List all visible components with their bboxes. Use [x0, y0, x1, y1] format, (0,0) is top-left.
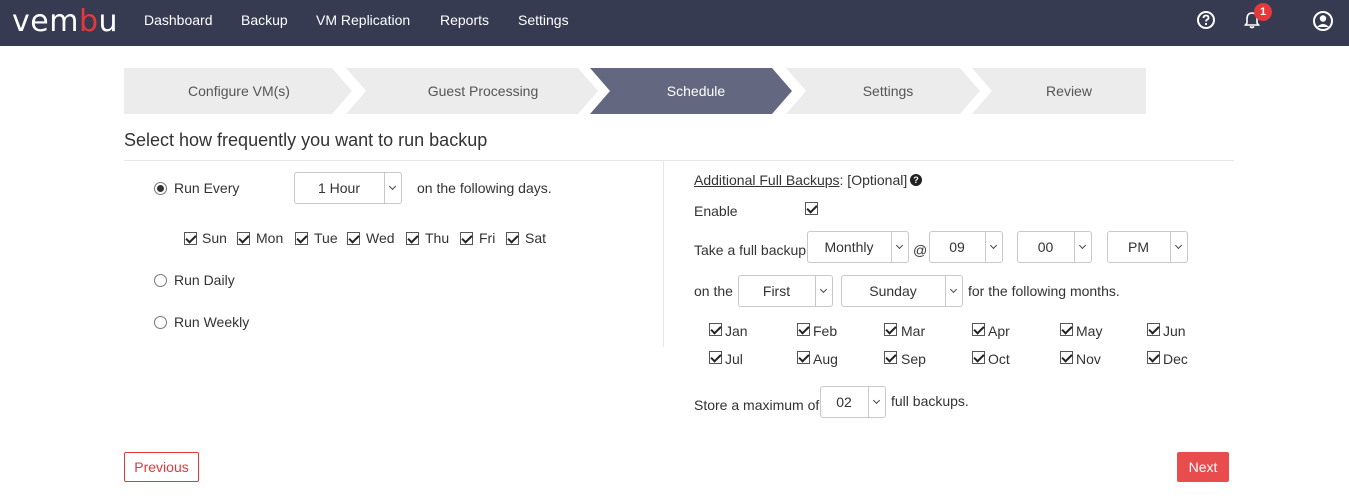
week-select[interactable]: First: [738, 275, 833, 307]
page-heading: Select how frequently you want to run ba…: [124, 130, 488, 150]
enable-checkbox[interactable]: [805, 202, 818, 215]
month-checkbox-jul[interactable]: [709, 351, 722, 364]
previous-button[interactable]: Previous: [124, 452, 199, 482]
run-every-label: Run Every: [174, 180, 240, 196]
nav-reports[interactable]: Reports: [440, 12, 489, 28]
chevron-down-icon: [1074, 232, 1091, 262]
month-label: Dec: [1163, 351, 1188, 367]
run-weekly-label: Run Weekly: [174, 314, 250, 330]
day-checkbox-wed[interactable]: [347, 232, 360, 245]
help-icon[interactable]: [1196, 10, 1218, 32]
weekday-select[interactable]: Sunday: [841, 275, 963, 307]
month-label: Sep: [901, 351, 926, 367]
step-guest-processing[interactable]: Guest Processing: [346, 68, 600, 114]
question-icon[interactable]: ?: [910, 174, 922, 186]
step-schedule[interactable]: Schedule: [590, 68, 794, 114]
full-backups-label: full backups.: [891, 393, 969, 409]
full-backup-title: Additional Full Backups: [Optional]: [694, 172, 908, 188]
hour-select[interactable]: 09: [929, 231, 1003, 263]
month-checkbox-mar[interactable]: [884, 323, 897, 336]
user-avatar-icon[interactable]: [1312, 10, 1334, 32]
month-checkbox-nov[interactable]: [1060, 351, 1073, 364]
chevron-down-icon: [384, 173, 401, 203]
max-backups-select[interactable]: 02: [820, 386, 886, 418]
day-label: Sun: [202, 230, 227, 246]
chevron-down-icon: [891, 232, 908, 262]
month-label: Mar: [901, 323, 926, 339]
month-checkbox-dec[interactable]: [1147, 351, 1160, 364]
month-checkbox-oct[interactable]: [972, 351, 985, 364]
chevron-down-icon: [985, 232, 1002, 262]
at-label: @: [913, 242, 928, 258]
ampm-select[interactable]: PM: [1107, 231, 1188, 263]
minute-select[interactable]: 00: [1017, 231, 1092, 263]
month-checkbox-feb[interactable]: [797, 323, 810, 336]
month-label: Jun: [1163, 323, 1186, 339]
month-checkbox-aug[interactable]: [797, 351, 810, 364]
day-label: Fri: [479, 230, 496, 246]
day-checkbox-sun[interactable]: [184, 232, 197, 245]
day-checkbox-sat[interactable]: [506, 232, 519, 245]
interval-select[interactable]: 1 Hour: [294, 172, 402, 204]
run-weekly-radio[interactable]: [154, 316, 167, 329]
chevron-down-icon: [815, 276, 832, 306]
run-daily-radio[interactable]: [154, 274, 167, 287]
store-max-label: Store a maximum of: [694, 397, 820, 413]
notification-badge: 1: [1254, 3, 1272, 21]
month-label: Jan: [725, 323, 748, 339]
day-checkbox-thu[interactable]: [406, 232, 419, 245]
month-label: Oct: [988, 351, 1010, 367]
nav-backup[interactable]: Backup: [241, 12, 288, 28]
day-label: Sat: [525, 230, 547, 246]
column-divider: [663, 161, 664, 347]
chevron-down-icon: [868, 387, 885, 417]
month-checkbox-apr[interactable]: [972, 323, 985, 336]
run-daily-label: Run Daily: [174, 272, 235, 288]
top-nav-bar: vembu Dashboard Backup VM Replication Re…: [0, 0, 1349, 46]
month-label: Aug: [813, 351, 838, 367]
month-checkbox-may[interactable]: [1060, 323, 1073, 336]
month-label: Jul: [725, 351, 743, 367]
following-days-label: on the following days.: [417, 180, 552, 196]
month-label: Nov: [1076, 351, 1101, 367]
day-checkbox-tue[interactable]: [295, 232, 308, 245]
month-label: May: [1076, 323, 1103, 339]
frequency-select[interactable]: Monthly: [807, 231, 909, 263]
take-backup-label: Take a full backup: [694, 242, 807, 258]
month-checkbox-jan[interactable]: [709, 323, 722, 336]
step-review[interactable]: Review: [972, 68, 1146, 114]
chevron-down-icon: [1170, 232, 1187, 262]
day-label: Tue: [314, 230, 338, 246]
day-checkbox-fri[interactable]: [460, 232, 473, 245]
nav-vm-replication[interactable]: VM Replication: [316, 12, 410, 28]
on-the-label: on the: [694, 283, 733, 299]
enable-label: Enable: [694, 203, 738, 219]
day-label: Thu: [425, 230, 450, 246]
following-months-label: for the following months.: [968, 283, 1120, 299]
day-checkbox-mon[interactable]: [237, 232, 250, 245]
month-checkbox-jun[interactable]: [1147, 323, 1160, 336]
day-label: Mon: [256, 230, 284, 246]
next-button[interactable]: Next: [1177, 452, 1229, 482]
nav-settings[interactable]: Settings: [518, 12, 569, 28]
step-settings[interactable]: Settings: [786, 68, 982, 114]
wizard-steps: Configure VM(s) Guest Processing Schedul…: [124, 68, 1146, 114]
month-checkbox-sep[interactable]: [884, 351, 897, 364]
month-label: Feb: [813, 323, 838, 339]
day-label: Wed: [366, 230, 395, 246]
step-configure-vms[interactable]: Configure VM(s): [124, 68, 354, 114]
run-every-radio[interactable]: [154, 182, 167, 195]
vembu-logo[interactable]: vembu: [12, 4, 118, 39]
divider: [124, 160, 1234, 161]
month-label: Apr: [988, 323, 1010, 339]
chevron-down-icon: [945, 276, 962, 306]
nav-dashboard[interactable]: Dashboard: [144, 12, 213, 28]
